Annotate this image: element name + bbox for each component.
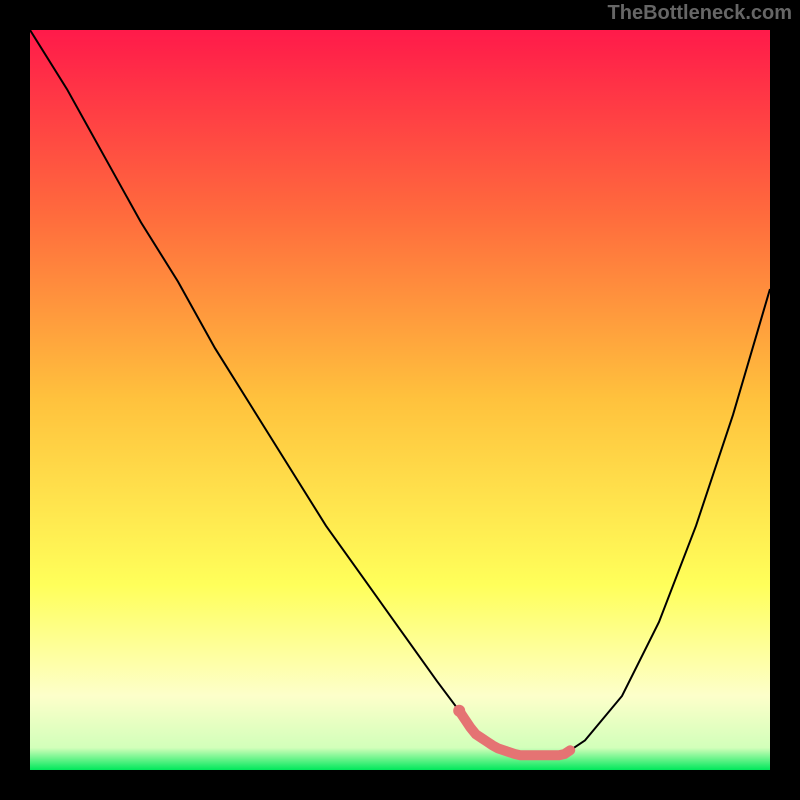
optimal-start-dot <box>453 705 465 717</box>
plot-background <box>30 30 770 770</box>
watermark-text: TheBottleneck.com <box>608 2 792 25</box>
bottleneck-chart <box>30 30 770 770</box>
chart-area <box>30 30 770 770</box>
